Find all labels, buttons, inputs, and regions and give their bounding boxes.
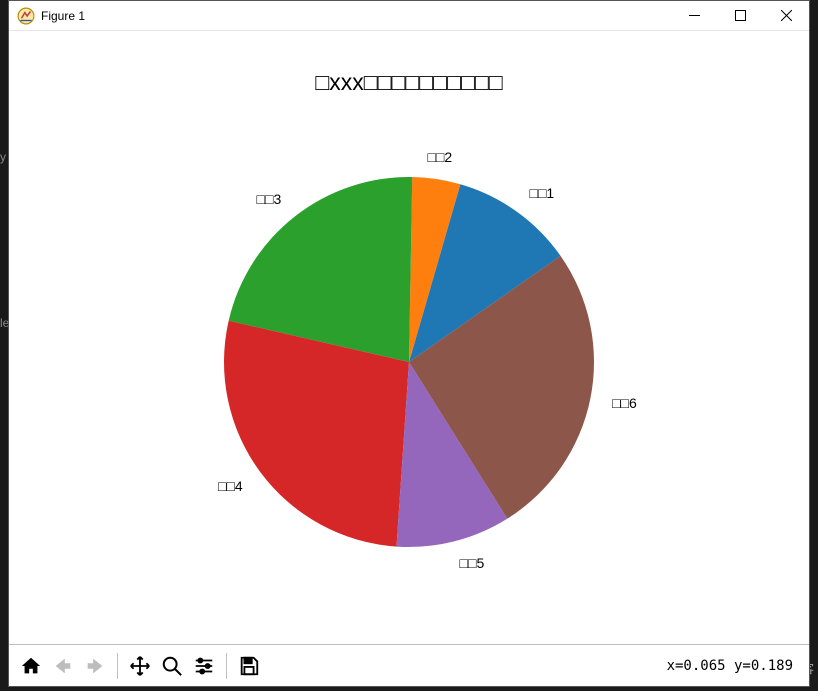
- save-button[interactable]: [234, 651, 264, 681]
- zoom-button[interactable]: [157, 651, 187, 681]
- chart-title: □xxx□□□□□□□□□□: [9, 69, 809, 96]
- maximize-button[interactable]: [717, 1, 763, 31]
- app-icon: [17, 7, 35, 25]
- figure-window: Figure 1 □xxx□□□□□□□□□□ □□1□□2□□3□□4□□5□…: [8, 0, 810, 687]
- minimize-button[interactable]: [671, 1, 717, 31]
- slice-label: □□2: [427, 149, 452, 165]
- forward-button[interactable]: [80, 651, 110, 681]
- slice-label: □□5: [460, 555, 485, 571]
- slice-label: □□3: [257, 191, 282, 207]
- figure-canvas[interactable]: □xxx□□□□□□□□□□ □□1 □□2 □□3 □□4 □□5 □□6: [9, 31, 809, 644]
- toolbar-separator: [117, 653, 118, 679]
- pan-button[interactable]: [125, 651, 155, 681]
- pie-chart: □□1 □□2 □□3 □□4 □□5 □□6: [164, 117, 654, 607]
- home-button[interactable]: [16, 651, 46, 681]
- title-bar: Figure 1: [9, 1, 809, 31]
- toolbar-separator: [226, 653, 227, 679]
- background-text: y: [0, 150, 6, 164]
- close-button[interactable]: [763, 1, 809, 31]
- navigation-toolbar: x=0.065 y=0.189: [9, 644, 809, 686]
- slice-label: □□6: [612, 395, 637, 411]
- slice-label: □□1: [529, 185, 554, 201]
- back-button[interactable]: [48, 651, 78, 681]
- coordinate-readout: x=0.065 y=0.189: [667, 658, 793, 674]
- slice-label: □□4: [218, 478, 243, 494]
- window-title: Figure 1: [41, 9, 85, 23]
- configure-button[interactable]: [189, 651, 219, 681]
